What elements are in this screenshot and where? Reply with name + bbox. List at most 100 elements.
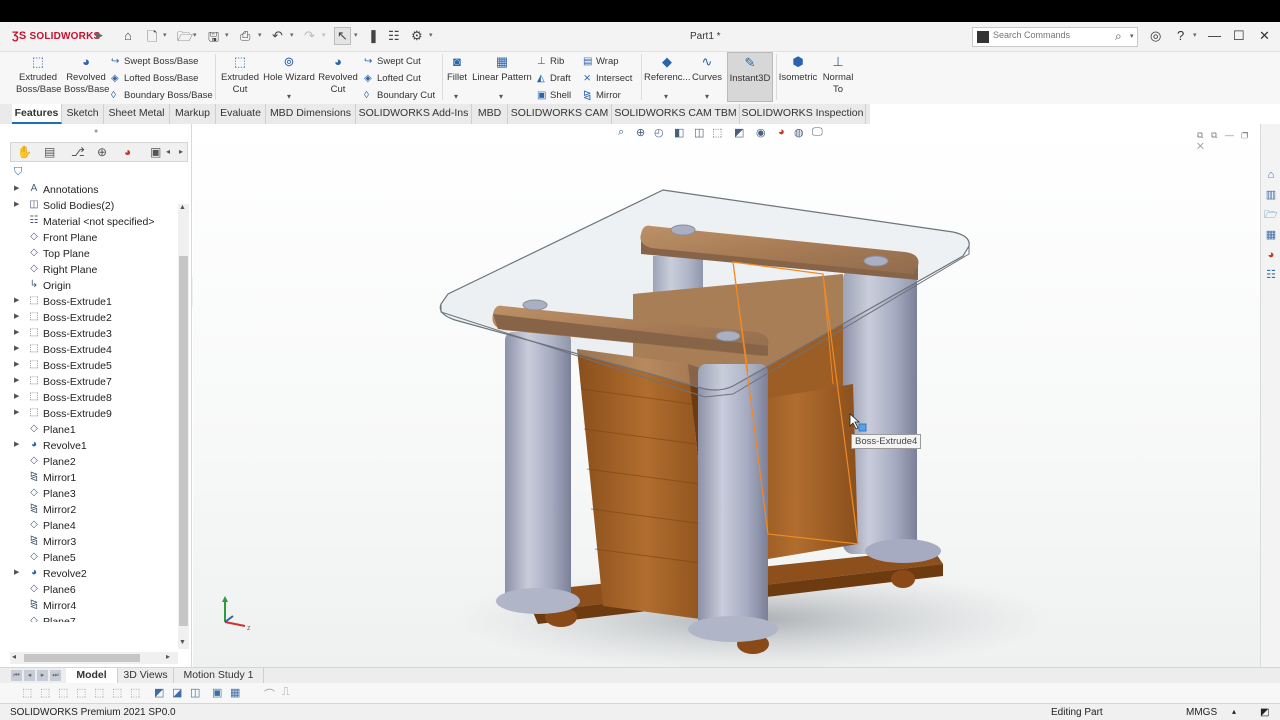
tree-vertical-scrollbar[interactable]: ▲ ▼: [178, 204, 189, 649]
tab-3d-views[interactable]: 3D Views: [118, 668, 174, 684]
tree-horizontal-scrollbar[interactable]: ◂ ▸: [10, 652, 178, 664]
graphics-area[interactable]: ⌕ ⊕ ◴ ◧ ◫ ⬚ ◩ ◉ ◕ ◍ 🖵 ⧉ ⧉ — ❐ ✕ Boss-Ext…: [193, 124, 1260, 667]
tree-item-mirror3[interactable]: ⧎ Mirror3: [10, 534, 178, 550]
expand-arrow-icon[interactable]: ▶: [14, 376, 19, 384]
revolved-cut-button[interactable]: ◕ Revolved Cut: [318, 54, 358, 96]
tool-icon[interactable]: ⬚: [58, 686, 68, 699]
tree-item-boss-extrude5[interactable]: ▶ ⬚ Boss-Extrude5: [10, 358, 178, 374]
new-icon[interactable]: 🗋: [147, 28, 157, 50]
home-icon[interactable]: ⌂: [124, 28, 132, 43]
wrap-button[interactable]: ▤ Wrap: [583, 56, 619, 67]
expand-arrow-icon[interactable]: ▶: [14, 360, 19, 368]
tree-item-plane6[interactable]: ◇ Plane6: [10, 582, 178, 598]
design-library-icon[interactable]: ▥: [1264, 188, 1278, 202]
tool-icon[interactable]: ⬚: [130, 686, 140, 699]
tab-markup[interactable]: Markup: [170, 104, 216, 124]
tab-mbd-dimensions[interactable]: MBD Dimensions: [266, 104, 356, 124]
tool-icon[interactable]: ▦: [230, 686, 240, 699]
new-dropdown-icon[interactable]: ▾: [163, 31, 167, 39]
expand-arrow-icon[interactable]: ▶: [14, 184, 19, 192]
tab-solidworks-cam-tbm[interactable]: SOLIDWORKS CAM TBM: [612, 104, 740, 124]
custom-properties-icon[interactable]: ☷: [1264, 268, 1278, 282]
units-dropdown-icon[interactable]: ▴: [1232, 707, 1236, 716]
tree-item-plane5[interactable]: ◇ Plane5: [10, 550, 178, 566]
shell-button[interactable]: ▣ Shell: [537, 90, 571, 101]
extruded-boss-button[interactable]: ⬚ Extruded Boss/Base: [16, 54, 61, 96]
expand-arrow-icon[interactable]: ▶: [14, 328, 19, 336]
tree-item-revolve2[interactable]: ▶ ◕ Revolve2: [10, 566, 178, 582]
save-icon[interactable]: 🖫: [208, 28, 219, 50]
tab-solidworks-inspection[interactable]: SOLIDWORKS Inspection: [740, 104, 866, 124]
first-tab-icon[interactable]: ⏮: [11, 670, 22, 681]
dimxpert-tab-icon[interactable]: ⊕: [97, 145, 107, 159]
tree-item-solid-bodies-2[interactable]: ▶ ◫ Solid Bodies(2): [10, 198, 178, 214]
file-explorer-icon[interactable]: 🗁: [1264, 208, 1278, 222]
help-dropdown-icon[interactable]: ▾: [1193, 31, 1197, 39]
tool-icon[interactable]: ▣: [212, 686, 222, 699]
filter-icon[interactable]: ⛉: [14, 166, 22, 179]
scroll-right-icon[interactable]: ▸: [166, 652, 170, 661]
solidworks-resources-icon[interactable]: ⌂: [1264, 168, 1278, 182]
hole-wizard-button[interactable]: ⊚ Hole Wizard: [263, 54, 315, 84]
boundary-cut-button[interactable]: ◊ Boundary Cut: [364, 90, 435, 101]
tree-item-front-plane[interactable]: ◇ Front Plane: [10, 230, 178, 246]
tree-item-annotations[interactable]: ▶ A Annotations: [10, 182, 178, 198]
3d-model-viewport[interactable]: [193, 124, 1260, 667]
tab-sketch[interactable]: Sketch: [62, 104, 104, 124]
tool-icon[interactable]: ⬚: [112, 686, 122, 699]
expand-arrow-icon[interactable]: ▶: [14, 296, 19, 304]
status-toggle-icon[interactable]: ◩: [1260, 707, 1269, 718]
redo-icon[interactable]: ↷: [304, 28, 315, 44]
feature-manager-tab-icon[interactable]: ✋: [17, 145, 32, 159]
file-properties-icon[interactable]: ☷: [388, 28, 400, 44]
redo-dropdown-icon[interactable]: ▾: [322, 31, 326, 39]
tree-item-boss-extrude8[interactable]: ▶ ⬚ Boss-Extrude8: [10, 390, 178, 406]
mirror-button[interactable]: ⧎ Mirror: [583, 90, 621, 101]
tab-motion-study[interactable]: Motion Study 1: [174, 668, 264, 684]
open-icon[interactable]: 🗁: [177, 28, 193, 50]
tree-item-right-plane[interactable]: ◇ Right Plane: [10, 262, 178, 278]
swept-boss-button[interactable]: ↪ Swept Boss/Base: [111, 56, 198, 67]
instant3d-button[interactable]: ✎ Instant3D: [727, 52, 773, 102]
tool-icon[interactable]: ⌒: [264, 686, 275, 702]
linear-pattern-button[interactable]: ▦ Linear Pattern: [472, 54, 532, 84]
tab-evaluate[interactable]: Evaluate: [216, 104, 266, 124]
tree-item-revolve1[interactable]: ▶ ◕ Revolve1: [10, 438, 178, 454]
lofted-boss-button[interactable]: ◈ Lofted Boss/Base: [111, 73, 198, 84]
tree-item-boss-extrude9[interactable]: ▶ ⬚ Boss-Extrude9: [10, 406, 178, 422]
extruded-cut-button[interactable]: ⬚ Extruded Cut: [220, 54, 260, 96]
tab-solidworks-add-ins[interactable]: SOLIDWORKS Add-Ins: [356, 104, 472, 124]
tabs-right-arrow-icon[interactable]: ▸: [179, 147, 183, 156]
panel-grip[interactable]: ●: [94, 128, 98, 135]
tabs-left-arrow-icon[interactable]: ◂: [166, 147, 170, 156]
options-dropdown-icon[interactable]: ▾: [429, 31, 433, 39]
display-manager-tab-icon[interactable]: ◕: [124, 145, 131, 159]
expand-arrow-icon[interactable]: ▶: [14, 200, 19, 208]
tree-item-plane1[interactable]: ◇ Plane1: [10, 422, 178, 438]
tab-features[interactable]: Features: [12, 104, 62, 124]
minimize-icon[interactable]: —: [1208, 28, 1221, 43]
property-manager-tab-icon[interactable]: ▤: [44, 145, 55, 159]
hole-wizard-dropdown-icon[interactable]: ▾: [287, 92, 291, 101]
user-icon[interactable]: ◎: [1150, 28, 1161, 44]
last-tab-icon[interactable]: ⏭: [50, 670, 61, 681]
rebuild-icon[interactable]: ❚: [368, 28, 379, 44]
tree-item-mirror1[interactable]: ⧎ Mirror1: [10, 470, 178, 486]
search-input[interactable]: [993, 30, 1103, 40]
scroll-up-icon[interactable]: ▲: [179, 204, 186, 211]
tool-icon[interactable]: ⎍: [282, 686, 290, 699]
undo-icon[interactable]: ↶: [272, 28, 283, 44]
swept-cut-button[interactable]: ↪ Swept Cut: [364, 56, 421, 67]
print-dropdown-icon[interactable]: ▾: [258, 31, 262, 39]
unit-system[interactable]: MMGS: [1186, 707, 1217, 718]
expand-arrow-icon[interactable]: ▶: [14, 568, 19, 576]
cam-tab-icon[interactable]: ▣: [150, 145, 161, 159]
appearances-scenes-icon[interactable]: ◕: [1264, 248, 1278, 262]
expand-arrow-icon[interactable]: ▶: [14, 312, 19, 320]
prev-tab-icon[interactable]: ◂: [24, 670, 35, 681]
configuration-manager-tab-icon[interactable]: ⎇: [71, 145, 85, 159]
solidworks-logo[interactable]: ƷS SOLIDWORKS: [12, 30, 100, 42]
tree-item-plane4[interactable]: ◇ Plane4: [10, 518, 178, 534]
close-icon[interactable]: ✕: [1259, 28, 1270, 44]
reference-dropdown-icon[interactable]: ▾: [664, 92, 668, 101]
